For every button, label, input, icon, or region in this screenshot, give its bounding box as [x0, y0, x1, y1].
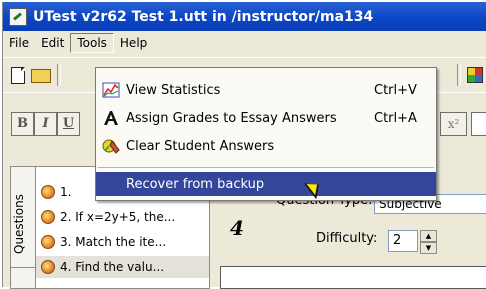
new-file-icon[interactable] — [11, 67, 25, 84]
superscript-button[interactable]: x² — [440, 112, 467, 136]
open-folder-icon[interactable] — [31, 69, 51, 83]
menu-item-label: Recover from backup — [126, 176, 265, 192]
toolbar-separator — [57, 64, 61, 86]
menu-help[interactable]: Help — [114, 33, 153, 53]
question-label: 3. Match the ite... — [60, 235, 167, 249]
list-item[interactable]: 4. Find the valu... — [36, 256, 209, 278]
question-icon — [41, 235, 55, 249]
menu-item-assign-grades[interactable]: Assign Grades to Essay Answers Ctrl+A — [96, 106, 436, 130]
menu-item-label: Clear Student Answers — [126, 138, 275, 154]
question-label: 4. Find the valu... — [60, 260, 165, 274]
menu-item-view-statistics[interactable]: View Statistics Ctrl+V — [96, 78, 436, 102]
app-logo-icon — [9, 7, 27, 26]
clear-answers-icon — [102, 137, 120, 155]
bold-button[interactable]: B — [11, 112, 34, 136]
tab-divider — [11, 267, 35, 268]
question-label: 1. — [60, 185, 72, 199]
window-title: UTest v2r62 Test 1.utt in /instructor/ma… — [33, 8, 374, 25]
menu-item-label: Assign Grades to Essay Answers — [126, 110, 337, 126]
side-tabs: Questions — [10, 166, 35, 289]
difficulty-label: Difficulty: — [316, 231, 378, 246]
question-number: 4 — [230, 216, 244, 240]
question-icon — [41, 260, 55, 274]
statistics-chart-icon — [102, 81, 120, 99]
menu-item-label: View Statistics — [126, 82, 221, 98]
format-field[interactable] — [471, 112, 486, 136]
menu-item-shortcut: Ctrl+V — [374, 82, 417, 98]
menu-bar: File Edit Tools Help — [3, 32, 486, 54]
menu-item-clear-answers[interactable]: Clear Student Answers — [96, 134, 436, 158]
spin-up-icon[interactable]: ▲ — [420, 230, 437, 242]
toolbar-separator — [457, 64, 461, 86]
question-label: 2. If x=2y+5, the... — [60, 210, 176, 224]
difficulty-input[interactable]: 2 — [388, 230, 418, 252]
italic-button[interactable]: I — [34, 112, 57, 136]
question-icon — [41, 185, 55, 199]
tab-questions[interactable]: Questions — [12, 185, 34, 263]
list-item[interactable]: 3. Match the ite... — [36, 231, 209, 253]
difficulty-stepper: ▲ ▼ — [420, 230, 437, 254]
menu-item-icon-placeholder — [102, 175, 120, 193]
menu-item-shortcut: Ctrl+A — [374, 110, 417, 126]
list-item[interactable]: 2. If x=2y+5, the... — [36, 206, 209, 228]
palette-icon[interactable] — [467, 67, 483, 83]
tools-menu-dropdown: View Statistics Ctrl+V Assign Grades to … — [95, 67, 437, 201]
menu-separator — [98, 167, 434, 169]
menu-item-recover-backup[interactable]: Recover from backup — [96, 172, 436, 196]
menu-edit[interactable]: Edit — [35, 33, 70, 53]
serif-letter-a-icon — [102, 109, 120, 127]
question-body-field[interactable] — [220, 266, 486, 289]
question-icon — [41, 210, 55, 224]
title-bar[interactable]: UTest v2r62 Test 1.utt in /instructor/ma… — [3, 2, 486, 31]
underline-button[interactable]: U — [57, 112, 80, 136]
spin-down-icon[interactable]: ▼ — [420, 242, 437, 254]
menu-file[interactable]: File — [3, 33, 35, 53]
menu-tools[interactable]: Tools — [70, 33, 114, 53]
